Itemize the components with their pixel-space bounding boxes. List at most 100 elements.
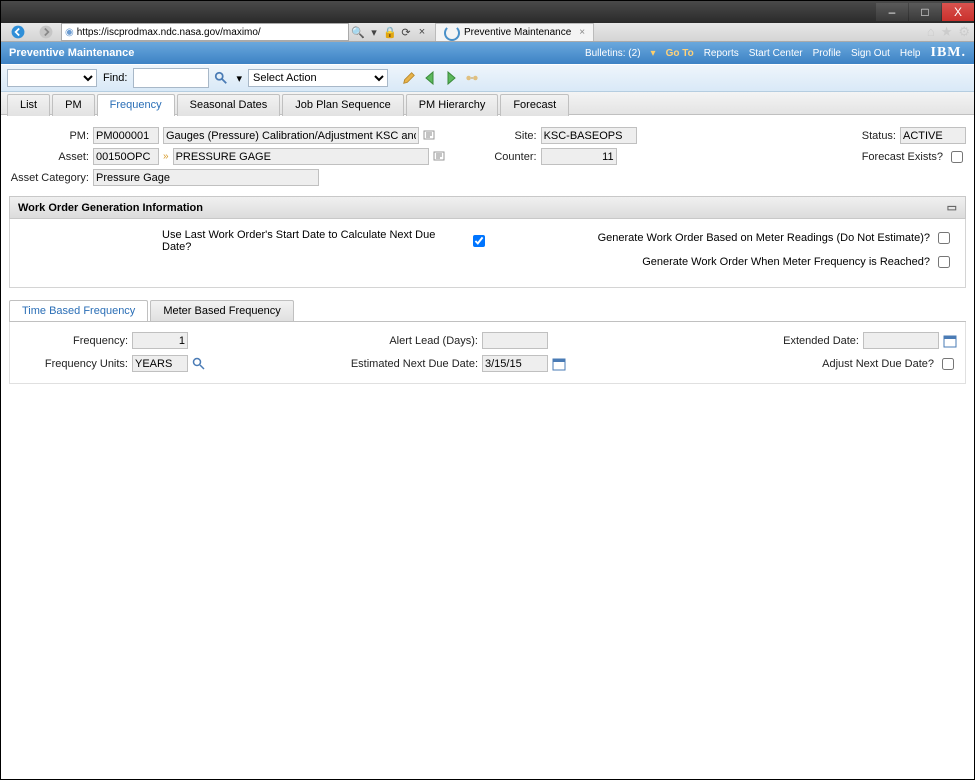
wog-title: Work Order Generation Information [18,202,203,214]
url-refresh-button[interactable]: ⟳ [399,25,413,39]
url-stop-button[interactable]: × [415,25,429,39]
long-description-icon [423,129,437,143]
tools-gear-icon[interactable]: ⚙ [958,24,970,40]
site-label: Site: [487,130,537,142]
calendar-icon [552,357,566,371]
asset-long-description-button[interactable] [433,150,447,164]
minimize-icon: – [889,5,896,19]
app-header: Preventive Maintenance Bulletins: (2) ▾ … [1,42,974,64]
url-text: https://iscprodmax.ndc.nasa.gov/maximo/ [77,27,261,38]
est-next-due-date-calendar[interactable] [552,357,566,371]
header-links: Bulletins: (2) ▾ Go To Reports Start Cen… [585,45,966,61]
select-action-dropdown[interactable]: Select Action [248,69,388,87]
frequency-units-lookup[interactable] [192,357,206,371]
content-area: PM: Asset: » Asset Category: [1,115,974,396]
start-center-link[interactable]: Start Center [749,48,803,59]
meter-estimate-checkbox[interactable] [938,232,950,244]
home-icon[interactable]: ⌂ [927,24,935,40]
previous-button[interactable] [421,69,439,87]
next-button[interactable] [442,69,460,87]
find-label: Find: [100,72,130,84]
est-next-due-date-field[interactable] [482,355,548,372]
wog-section-body: Use Last Work Order's Start Date to Calc… [9,219,966,288]
wog-minimize-icon[interactable]: ▭ [947,201,957,214]
loading-spinner-icon [444,25,460,41]
tab-forecast[interactable]: Forecast [500,94,569,116]
asset-category-field[interactable] [93,169,319,186]
help-link[interactable]: Help [900,48,921,59]
maximize-icon: □ [921,5,928,19]
forward-arrow-icon [39,25,53,39]
favorites-icon[interactable]: ★ [941,24,953,40]
workflow-icon [463,69,481,87]
tab-title: Preventive Maintenance [464,27,571,38]
time-based-panel: Frequency: Frequency Units: Alert Lead (… [9,322,966,384]
profile-link[interactable]: Profile [813,48,841,59]
magnify-icon [192,357,206,371]
reports-link[interactable]: Reports [704,48,739,59]
tab-pm-hierarchy[interactable]: PM Hierarchy [406,94,499,116]
asset-category-label: Asset Category: [9,172,89,184]
pm-description-field[interactable] [163,127,419,144]
pm-field[interactable] [93,127,159,144]
header-fields: PM: Asset: » Asset Category: [9,127,966,186]
browser-tab[interactable]: Preventive Maintenance × [435,23,594,41]
arrow-left-icon [422,70,438,86]
adjust-next-due-date-checkbox[interactable] [942,358,954,370]
subtab-time-based[interactable]: Time Based Frequency [9,300,148,321]
window-minimize-button[interactable]: – [876,3,908,21]
app-toolbar: Find: ▾ Select Action [1,64,974,92]
pm-label: PM: [9,130,89,142]
extended-date-field[interactable] [863,332,939,349]
browser-forward-button[interactable] [33,23,59,41]
tab-job-plan-sequence[interactable]: Job Plan Sequence [282,94,403,116]
url-search-dropdown[interactable]: 🔍 [351,25,365,39]
edit-button[interactable] [400,69,418,87]
tab-pm[interactable]: PM [52,94,95,116]
sign-out-link[interactable]: Sign Out [851,48,890,59]
alert-lead-field[interactable] [482,332,548,349]
site-field[interactable] [541,127,637,144]
tab-frequency[interactable]: Frequency [97,94,175,116]
url-lock-icon: 🔒 [383,25,397,39]
forecast-exists-checkbox[interactable] [951,151,963,163]
long-description-icon [433,150,447,164]
page-title: Preventive Maintenance [9,47,134,59]
tab-seasonal-dates[interactable]: Seasonal Dates [177,94,281,116]
window-close-button[interactable]: X [942,3,974,21]
extended-date-calendar[interactable] [943,334,957,348]
frequency-units-field[interactable] [132,355,188,372]
counter-field[interactable] [541,148,617,165]
browser-url-field[interactable]: ◉ https://iscprodmax.ndc.nasa.gov/maximo… [61,23,349,41]
subtab-meter-based[interactable]: Meter Based Frequency [150,300,293,321]
browser-back-button[interactable] [5,23,31,41]
frequency-field[interactable] [132,332,188,349]
asset-description-field[interactable] [173,148,429,165]
goto-link[interactable]: Go To [666,48,694,59]
adjust-next-due-date-label: Adjust Next Due Date? [822,358,934,370]
meter-frequency-reached-checkbox[interactable] [938,256,950,268]
pm-long-description-button[interactable] [423,129,437,143]
frequency-subtabs: Time Based Frequency Meter Based Frequen… [9,300,966,322]
calendar-icon [943,334,957,348]
tab-close-button[interactable]: × [579,27,585,38]
window-maximize-button[interactable]: □ [909,3,941,21]
find-search-button[interactable] [212,69,230,87]
status-label: Status: [862,130,896,142]
counter-label: Counter: [487,151,537,163]
asset-field[interactable] [93,148,159,165]
asset-detail-menu[interactable]: » [163,151,169,162]
bulletins-link[interactable]: Bulletins: (2) [585,48,641,59]
tab-list[interactable]: List [7,94,50,116]
back-arrow-icon [11,25,25,39]
toolbar-view-select[interactable] [7,69,97,87]
record-tabs: List PM Frequency Seasonal Dates Job Pla… [1,92,974,115]
find-input[interactable] [133,68,209,88]
meter-frequency-reached-label: Generate Work Order When Meter Frequency… [642,256,930,268]
use-last-start-date-checkbox[interactable] [473,235,485,247]
status-field[interactable] [900,127,966,144]
search-chevron-icon[interactable]: ▾ [233,72,245,85]
workflow-button[interactable] [463,69,481,87]
pencil-icon [402,71,416,85]
url-dropdown-icon[interactable]: ▾ [367,25,381,39]
